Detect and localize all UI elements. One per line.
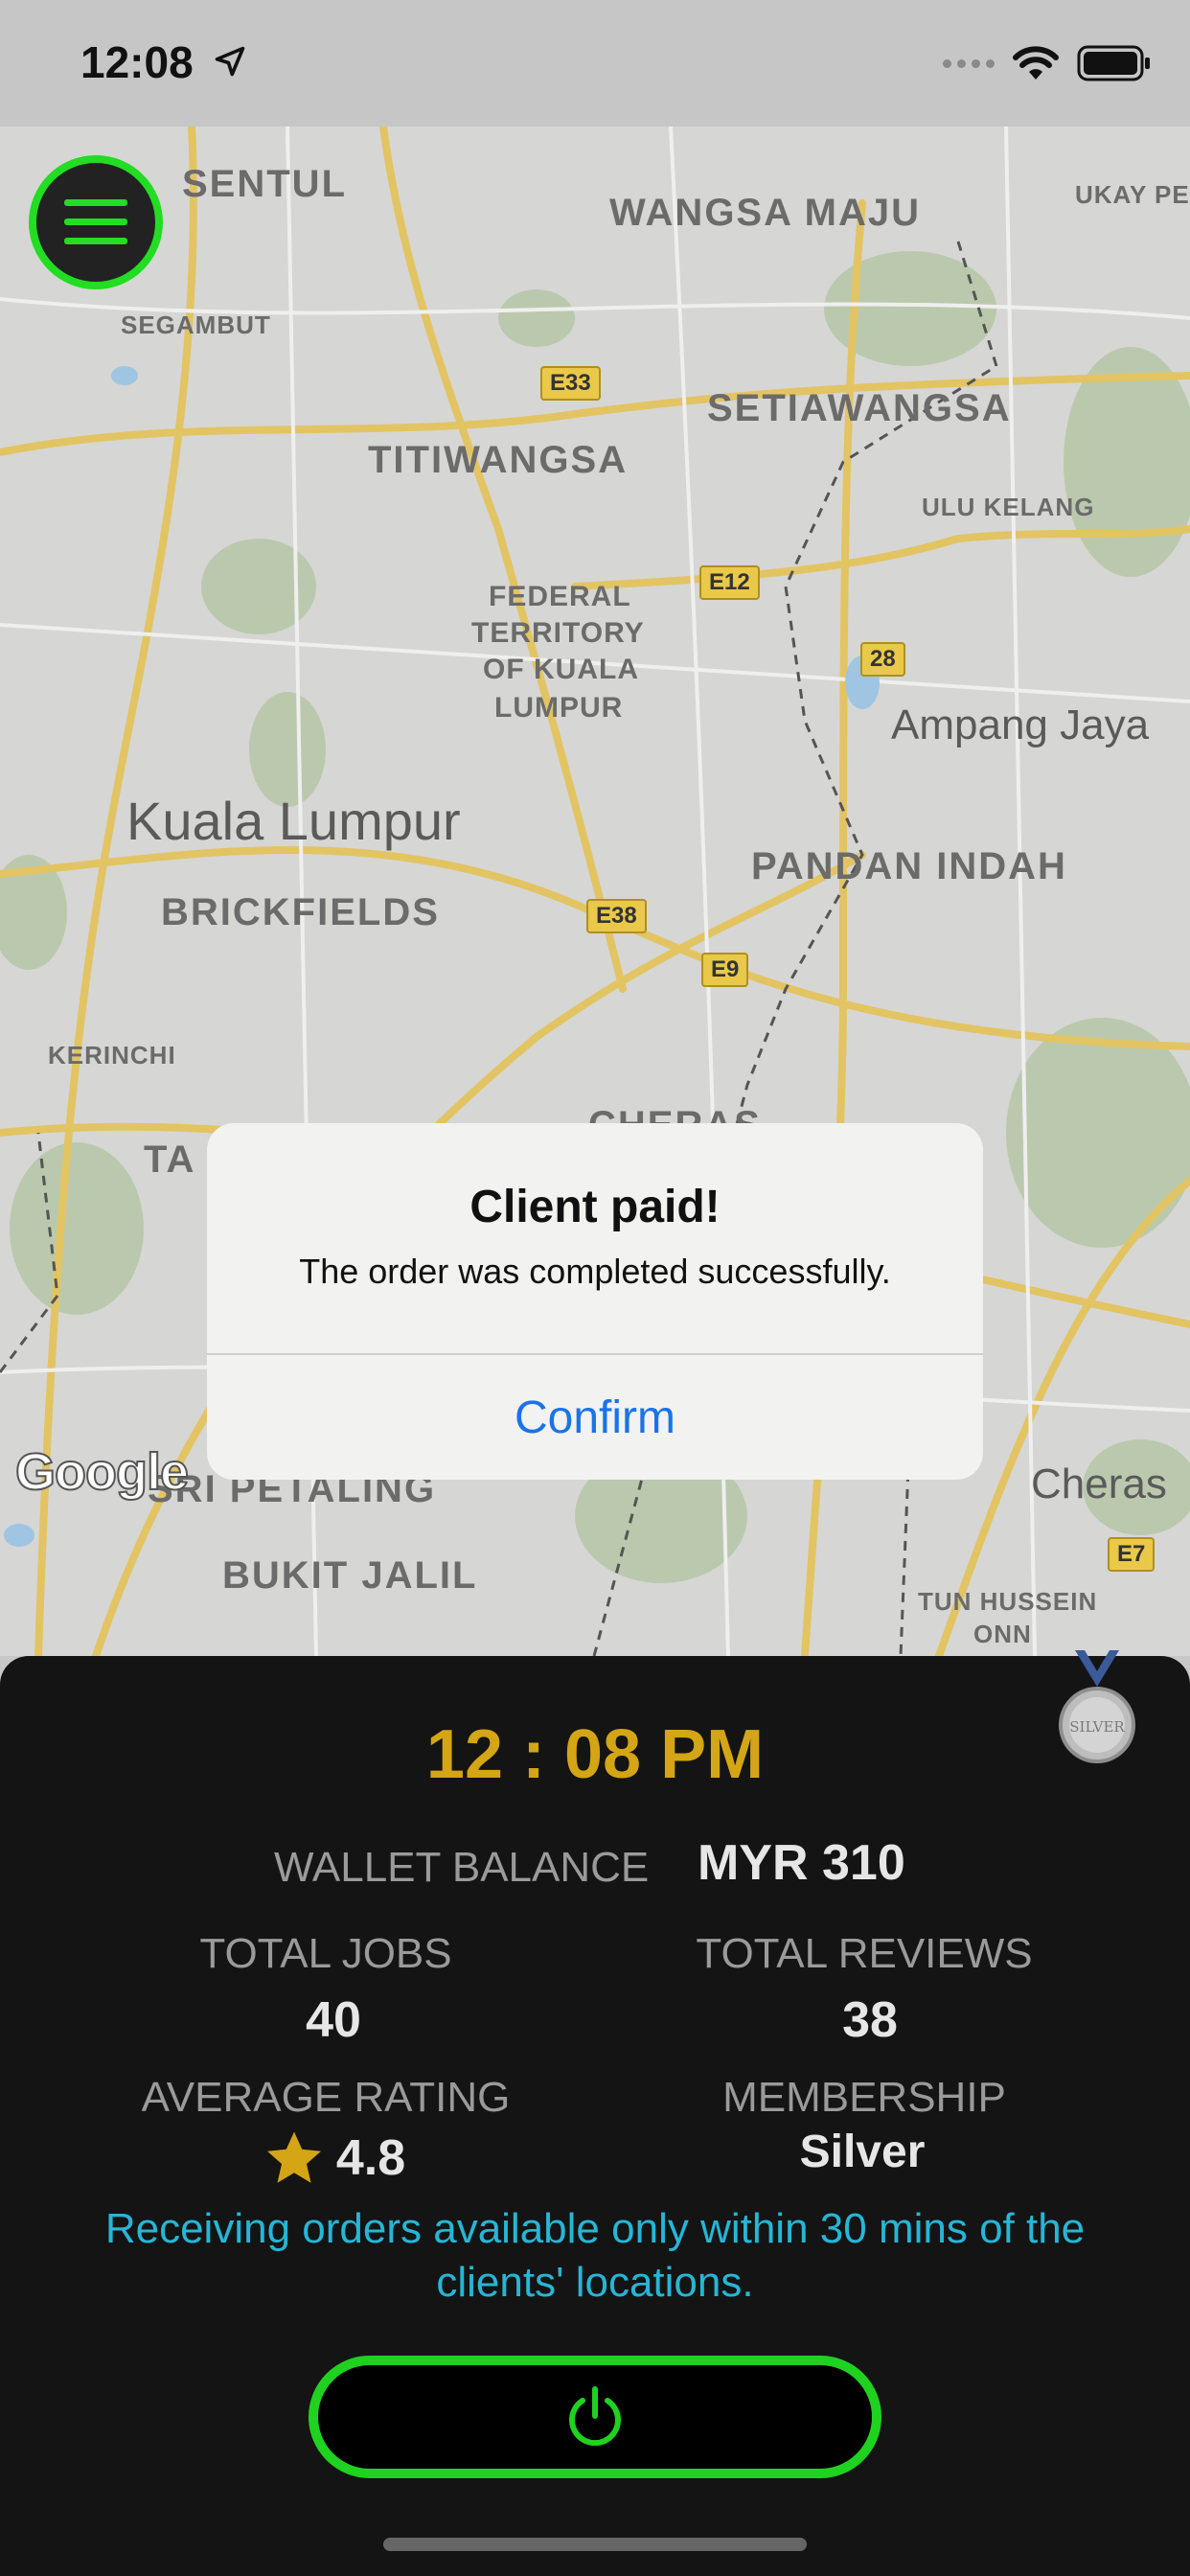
map-label: SENTUL xyxy=(182,163,347,205)
location-arrow-icon xyxy=(215,46,245,77)
map-label: SETIAWANGSA xyxy=(707,387,1012,429)
total-reviews-value: 38 xyxy=(842,1992,898,2048)
map-label: WANGSA MAJU xyxy=(609,192,921,234)
map-label: LUMPUR xyxy=(494,692,624,724)
battery-icon xyxy=(1077,45,1150,81)
map-label: BRICKFIELDS xyxy=(161,891,440,933)
home-indicator[interactable] xyxy=(383,2538,807,2551)
map-label: BUKIT JALIL xyxy=(222,1554,478,1597)
map-label: Cheras xyxy=(1031,1460,1167,1507)
map-label: TERRITORY xyxy=(471,617,645,649)
membership-label: MEMBERSHIP xyxy=(722,2074,1006,2121)
map-label: ONN xyxy=(973,1620,1032,1648)
map-label: TA xyxy=(144,1138,196,1181)
status-bar: 12:08 xyxy=(0,0,1190,126)
road-badge: E33 xyxy=(540,366,601,401)
google-attribution: Google xyxy=(14,1442,190,1502)
clock-display: 12 : 08 PM xyxy=(425,1716,765,1793)
order-range-notice: Receiving orders available only within 3… xyxy=(104,2205,1086,2306)
map-label: Kuala Lumpur xyxy=(126,791,461,851)
road-badge: E12 xyxy=(699,565,760,600)
map-label: TITIWANGSA xyxy=(368,439,629,481)
road-badge: E38 xyxy=(586,899,647,933)
signal-icon xyxy=(943,58,995,68)
membership-value: Silver xyxy=(799,2127,926,2177)
average-rating-value: 4.8 xyxy=(335,2130,406,2186)
map-label: PANDAN INDAH xyxy=(751,845,1067,887)
wallet-balance-value: MYR 310 xyxy=(698,1835,905,1891)
total-jobs-value: 40 xyxy=(306,1992,361,2048)
average-rating: 4.8 xyxy=(86,2129,584,2187)
menu-button[interactable] xyxy=(29,155,163,289)
map-label: UKAY PER xyxy=(1075,180,1190,209)
hamburger-icon xyxy=(64,199,127,244)
status-indicators xyxy=(943,42,1152,84)
power-toggle-button[interactable] xyxy=(309,2356,881,2478)
dialog-message: The order was completed successfully. xyxy=(299,1252,891,1291)
total-jobs-label: TOTAL JOBS xyxy=(199,1930,452,1977)
status-time: 12:08 xyxy=(80,37,194,87)
total-reviews-label: TOTAL REVIEWS xyxy=(696,1930,1033,1977)
wallet-balance-label: WALLET BALANCE xyxy=(274,1844,650,1891)
map-label: SEGAMBUT xyxy=(121,310,271,339)
dialog-title: Client paid! xyxy=(469,1182,721,1232)
map-label: ULU KELANG xyxy=(922,493,1095,521)
road-badge: E9 xyxy=(701,953,749,987)
average-rating-label: AVERAGE RATING xyxy=(141,2074,511,2121)
road-badge: E7 xyxy=(1108,1537,1156,1572)
alert-dialog: Client paid! The order was completed suc… xyxy=(207,1123,983,1480)
map-label: Ampang Jaya xyxy=(891,702,1150,748)
wifi-icon xyxy=(1013,46,1059,80)
power-icon xyxy=(569,2386,621,2447)
map-label: TUN HUSSEIN xyxy=(918,1587,1098,1616)
star-icon xyxy=(266,2131,321,2183)
map-label: OF KUALA xyxy=(483,654,639,685)
map-label: KERINCHI xyxy=(48,1041,176,1070)
road-badge: 28 xyxy=(860,642,905,677)
map-label: FEDERAL xyxy=(489,581,631,612)
confirm-button[interactable]: Confirm xyxy=(207,1355,983,1480)
